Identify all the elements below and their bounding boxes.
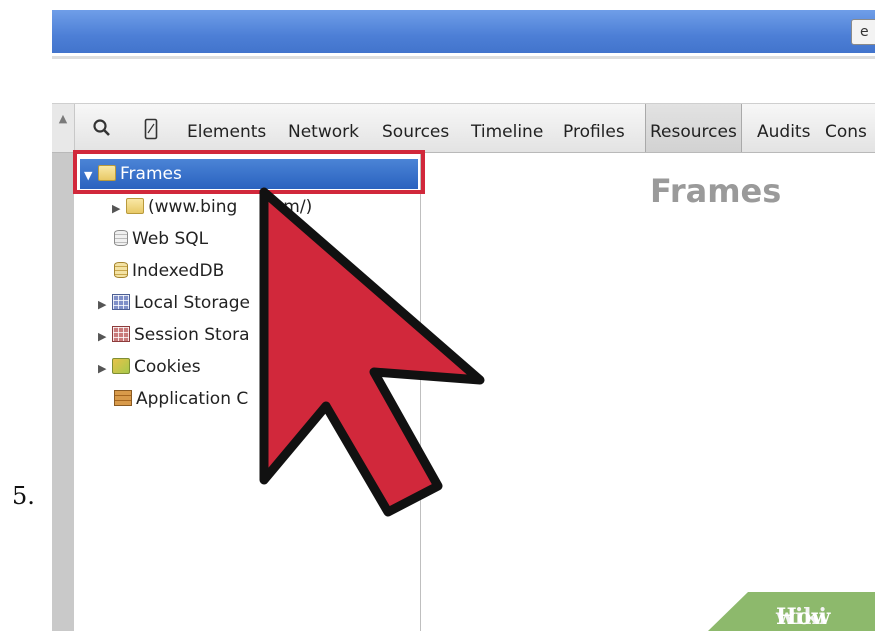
- tab-sources[interactable]: Sources: [382, 104, 449, 152]
- sidebar-item-web-sql[interactable]: Web SQL: [114, 224, 208, 254]
- mobile-device-icon[interactable]: [144, 118, 158, 140]
- browser-top-button[interactable]: e: [851, 19, 875, 45]
- cookie-icon: [112, 358, 130, 374]
- resources-sidebar: ▼ Frames ▶ (www.bing m/) Web SQL IndexedDB …: [74, 153, 421, 631]
- collapse-arrow-icon[interactable]: ▶: [98, 354, 112, 384]
- tab-resources[interactable]: Resources: [645, 104, 742, 152]
- tab-profiles[interactable]: Profiles: [563, 104, 625, 152]
- collapse-arrow-icon[interactable]: ▶: [112, 194, 126, 224]
- step-number: 5.: [12, 482, 35, 510]
- sidebar-item-label: IndexedDB: [132, 261, 225, 281]
- sidebar-item-label: Web SQL: [132, 229, 209, 249]
- sidebar-item-label: Session Stora: [134, 325, 250, 345]
- sidebar-item-label: (www.bing: [148, 197, 238, 217]
- sidebar-item-frame-bing[interactable]: ▶ (www.bing m/): [112, 192, 312, 222]
- address-bar-divider: [52, 56, 875, 59]
- screenshot: e ▲ Elements Network Sources Timeline Pr…: [52, 0, 875, 631]
- browser-title-bar: e: [52, 10, 875, 53]
- tab-audits[interactable]: Audits: [757, 104, 810, 152]
- app-cache-icon: [114, 390, 132, 406]
- sidebar-item-label-tail: m/): [283, 197, 313, 217]
- search-icon[interactable]: [92, 118, 112, 138]
- sidebar-item-cookies[interactable]: ▶ Cookies: [98, 352, 201, 382]
- watermark-part2: How: [776, 604, 831, 630]
- collapse-arrow-icon[interactable]: ▶: [98, 290, 112, 320]
- sidebar-item-label: Cookies: [134, 357, 201, 377]
- tab-network[interactable]: Network: [288, 104, 359, 152]
- collapse-arrow-icon[interactable]: ▶: [98, 322, 112, 352]
- sidebar-item-indexeddb[interactable]: IndexedDB: [114, 256, 224, 286]
- folder-icon: [126, 198, 144, 214]
- sidebar-item-local-storage[interactable]: ▶ Local Storage: [98, 288, 250, 318]
- tab-elements[interactable]: Elements: [187, 104, 266, 152]
- grid-icon: [112, 294, 130, 310]
- sidebar-item-session-storage[interactable]: ▶ Session Stora: [98, 320, 250, 350]
- tab-timeline[interactable]: Timeline: [471, 104, 543, 152]
- database-icon: [114, 262, 128, 278]
- grid-icon: [112, 326, 130, 342]
- database-icon: [114, 230, 128, 246]
- sidebar-item-application-cache[interactable]: Application C: [114, 384, 248, 414]
- scroll-up-icon[interactable]: ▲: [52, 104, 75, 152]
- content-title: Frames: [650, 172, 782, 210]
- sidebar-item-label: Application C: [136, 389, 249, 409]
- left-scroll-rail: [52, 153, 74, 631]
- tab-console[interactable]: Cons: [825, 104, 867, 152]
- frames-highlight-box: [73, 150, 425, 194]
- devtools-toolbar: ▲ Elements Network Sources Timeline Prof…: [52, 104, 875, 153]
- sidebar-item-label: Local Storage: [134, 293, 250, 313]
